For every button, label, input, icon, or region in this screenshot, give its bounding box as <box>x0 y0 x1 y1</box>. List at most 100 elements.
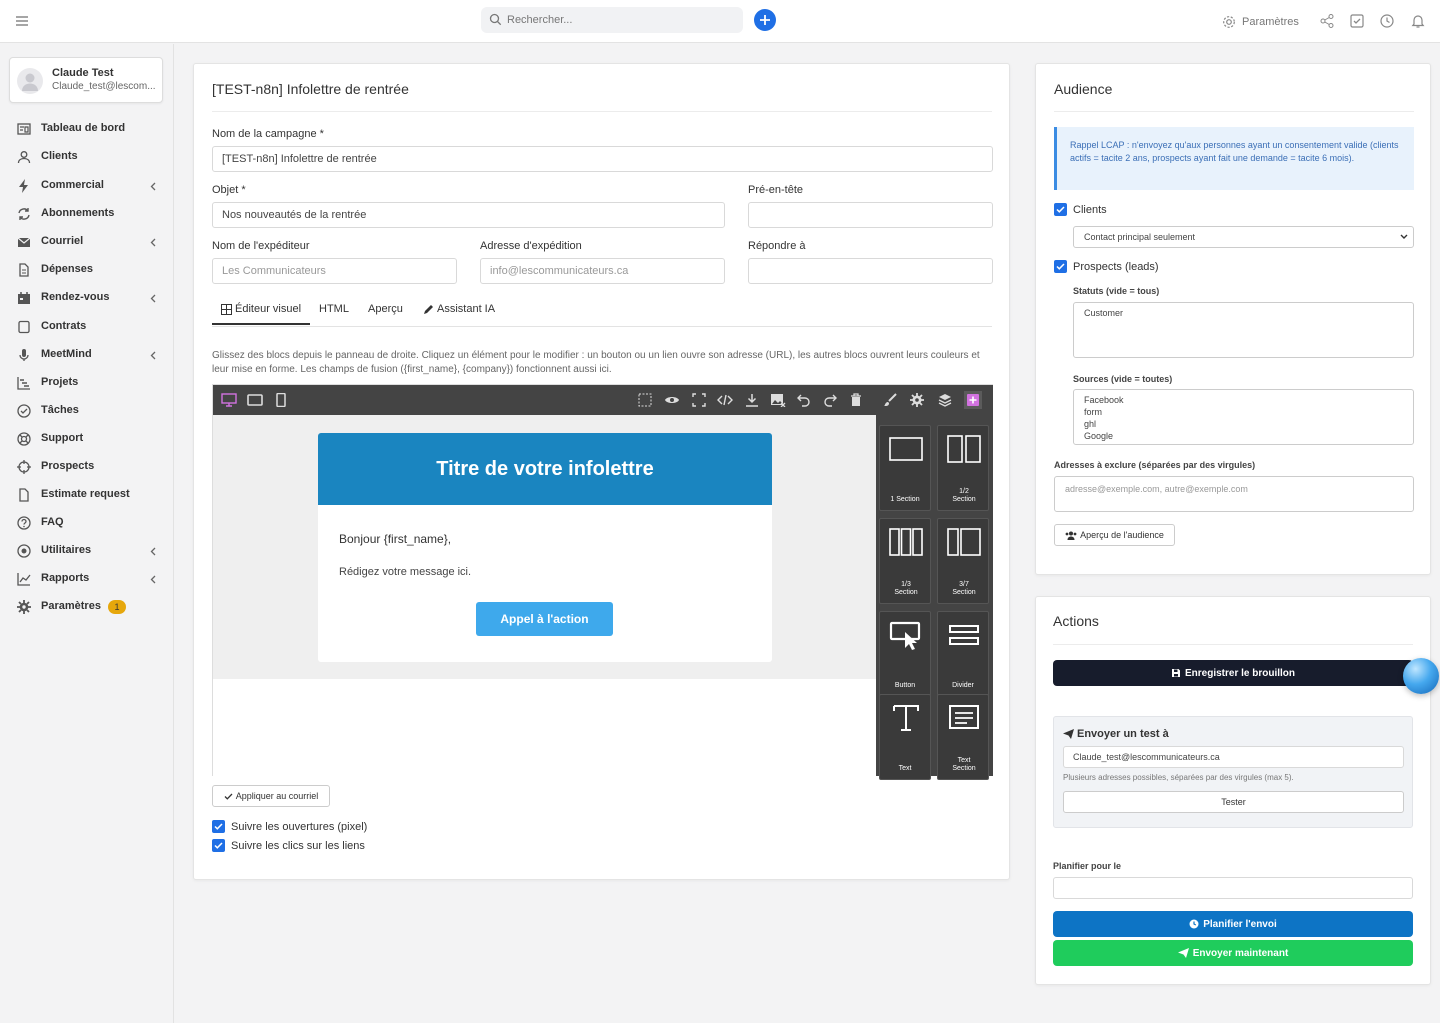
sidebar-item-projets[interactable]: Projets <box>0 372 174 394</box>
text-section-icon <box>949 705 979 729</box>
block-divider[interactable]: Divider <box>937 611 989 697</box>
settings-gear-icon[interactable] <box>910 393 924 407</box>
sidebar-item-label: Rendez-vous <box>41 291 110 303</box>
visual-editor[interactable]: Titre de votre infolettre Bonjour {first… <box>212 384 993 780</box>
campaign-name-input[interactable]: [TEST-n8n] Infolettre de rentrée <box>212 146 993 172</box>
preheader-input[interactable] <box>748 202 993 228</box>
sidebar-item-commercial[interactable]: Commercial <box>0 175 174 197</box>
block-1-section[interactable]: 1 Section <box>879 425 931 511</box>
search-box[interactable] <box>481 7 743 33</box>
three-column-icon <box>889 528 923 556</box>
gantt-icon <box>17 376 31 390</box>
tab-html[interactable]: HTML <box>319 303 349 315</box>
block-3-7-section[interactable]: 3/7 Section <box>937 518 989 604</box>
track-clicks-checkbox[interactable]: Suivre les clics sur les liens <box>212 839 365 852</box>
block-label: 1/3 Section <box>894 581 918 596</box>
microphone-icon <box>17 348 31 362</box>
sidebar-item-label: MeetMind <box>41 348 92 360</box>
test-send-button[interactable]: Tester <box>1063 791 1404 813</box>
sidebar-item-courriel[interactable]: Courriel <box>0 231 174 253</box>
sidebar-item-meetmind[interactable]: MeetMind <box>0 344 174 366</box>
sidebar-item-estimate-request[interactable]: Estimate request <box>0 484 174 506</box>
sidebar-item-clients[interactable]: Clients <box>0 146 174 168</box>
tab-visual-editor[interactable]: Éditeur visuel <box>212 303 311 325</box>
redo-icon[interactable] <box>823 393 837 407</box>
sidebar-item-abonnements[interactable]: Abonnements <box>0 203 174 225</box>
tab-label: Éditeur visuel <box>235 303 302 315</box>
sidebar-item-rendez-vous[interactable]: Rendez-vous <box>0 287 174 309</box>
check-icon <box>214 823 223 830</box>
email-message[interactable]: Rédigez votre message ici. <box>339 566 471 578</box>
fullscreen-icon[interactable] <box>692 393 706 407</box>
search-input[interactable] <box>507 7 737 33</box>
sidebar-item-label: Dépenses <box>41 263 93 275</box>
sidebar-item-dépenses[interactable]: Dépenses <box>0 259 174 281</box>
block-button[interactable]: Button <box>879 611 931 697</box>
tab-preview[interactable]: Aperçu <box>368 303 403 315</box>
desktop-view-icon[interactable] <box>221 393 237 407</box>
sidebar-item-prospects[interactable]: Prospects <box>0 456 174 478</box>
trash-icon[interactable] <box>850 393 864 407</box>
mobile-view-icon[interactable] <box>275 393 289 407</box>
sidebar-item-faq[interactable]: FAQ <box>0 512 174 534</box>
test-email-input[interactable]: Claude_test@lescommunicateurs.ca <box>1063 746 1404 768</box>
email-greeting[interactable]: Bonjour {first_name}, <box>339 532 451 546</box>
sidebar-item-label: Courriel <box>41 235 84 247</box>
checkbox[interactable] <box>212 820 225 833</box>
calendar-icon <box>17 291 31 305</box>
schedule-send-button[interactable]: Planifier l'envoi <box>1053 911 1413 937</box>
sidebar-item-paramètres[interactable]: Paramètres 1 <box>0 596 174 618</box>
reply-to-input[interactable] <box>748 258 993 284</box>
sender-email-input[interactable]: info@lescommunicateurs.ca <box>480 258 725 284</box>
select-outline-icon[interactable] <box>638 393 652 407</box>
sidebar-item-label: Tableau de bord <box>41 122 126 134</box>
cta-button[interactable]: Appel à l'action <box>476 602 613 636</box>
tablet-view-icon[interactable] <box>247 393 263 407</box>
sidebar-item-tableau-de-bord[interactable]: Tableau de bord <box>0 118 174 140</box>
notification-badge: 1 <box>108 600 126 614</box>
sidebar-item-tâches[interactable]: Tâches <box>0 400 174 422</box>
undo-icon[interactable] <box>797 393 811 407</box>
brush-icon[interactable] <box>883 393 897 407</box>
block-1-3-section[interactable]: 1/3 Section <box>879 518 931 604</box>
tab-label: Assistant IA <box>437 303 496 315</box>
layers-icon[interactable] <box>938 393 952 407</box>
save-draft-button[interactable]: Enregistrer le brouillon <box>1053 660 1413 686</box>
code-icon[interactable] <box>717 393 733 407</box>
checkbox[interactable] <box>212 839 225 852</box>
newsletter-header-title[interactable]: Titre de votre infolettre <box>318 433 772 505</box>
sidebar-item-rapports[interactable]: Rapports <box>0 568 174 590</box>
paper-plane-icon <box>1177 948 1189 958</box>
user-card[interactable]: Claude Test Claude_test@lescom... <box>9 57 163 103</box>
sidebar-item-label: Prospects <box>41 460 95 472</box>
block-text[interactable]: Text <box>879 694 931 780</box>
image-manager-icon[interactable] <box>770 393 786 407</box>
schedule-datetime-input[interactable] <box>1053 877 1413 899</box>
hamburger-menu-icon[interactable] <box>14 13 30 29</box>
blocks-panel-icon[interactable] <box>964 391 982 409</box>
block-1-2-section[interactable]: 1/2 Section <box>937 425 989 511</box>
download-icon[interactable] <box>745 393 759 407</box>
test-button-label: Tester <box>1221 797 1246 807</box>
sender-name-input[interactable]: Les Communicateurs <box>212 258 457 284</box>
pencil-icon <box>424 304 433 314</box>
one-section-icon <box>889 437 923 461</box>
text-t-icon <box>893 705 919 731</box>
sidebar-item-contrats[interactable]: Contrats <box>0 316 174 338</box>
email-body[interactable]: Bonjour {first_name}, Rédigez votre mess… <box>318 505 772 662</box>
track-clicks-label: Suivre les clics sur les liens <box>231 839 365 852</box>
eye-icon[interactable] <box>664 393 679 407</box>
tab-ai-assistant[interactable]: Assistant IA <box>423 303 495 315</box>
track-opens-checkbox[interactable]: Suivre les ouvertures (pixel) <box>212 820 367 833</box>
send-now-button[interactable]: Envoyer maintenant <box>1053 940 1413 966</box>
apply-to-email-button[interactable]: Appliquer au courriel <box>212 785 330 807</box>
sidebar-item-label: Clients <box>41 150 78 162</box>
email-canvas[interactable]: Titre de votre infolettre Bonjour {first… <box>213 415 876 679</box>
sidebar-item-support[interactable]: Support <box>0 428 174 450</box>
subject-input[interactable]: Nos nouveautés de la rentrée <box>212 202 725 228</box>
block-text-section[interactable]: Text Section <box>937 694 989 780</box>
add-button[interactable] <box>754 9 776 31</box>
sidebar-item-utilitaires[interactable]: Utilitaires <box>0 540 174 562</box>
sidebar-item-label: FAQ <box>41 516 64 528</box>
floating-assistant-orb[interactable] <box>1403 658 1439 694</box>
